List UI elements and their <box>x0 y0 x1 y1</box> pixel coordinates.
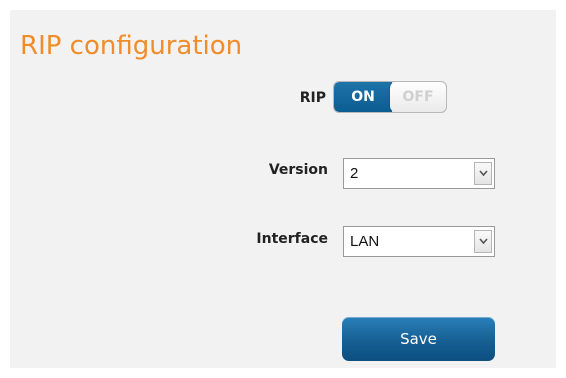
version-label: Version <box>268 162 328 178</box>
page-title: RIP configuration <box>20 31 243 61</box>
rip-label: RIP <box>299 90 326 106</box>
interface-label: Interface <box>256 231 328 247</box>
interface-select-value: LAN <box>350 233 380 250</box>
page: RIP configuration RIP ON OFF Version 2 I… <box>0 0 566 378</box>
save-button[interactable]: Save <box>342 317 495 361</box>
interface-select[interactable]: LAN <box>343 226 495 257</box>
toggle-on-label: ON <box>334 82 392 112</box>
rip-toggle[interactable]: ON OFF <box>333 81 447 113</box>
version-select[interactable]: 2 <box>343 158 495 189</box>
config-panel: RIP configuration <box>10 10 556 368</box>
chevron-down-icon[interactable] <box>474 162 492 185</box>
toggle-off-label: OFF <box>402 89 434 105</box>
version-select-value: 2 <box>350 165 359 182</box>
chevron-down-icon[interactable] <box>474 230 492 253</box>
